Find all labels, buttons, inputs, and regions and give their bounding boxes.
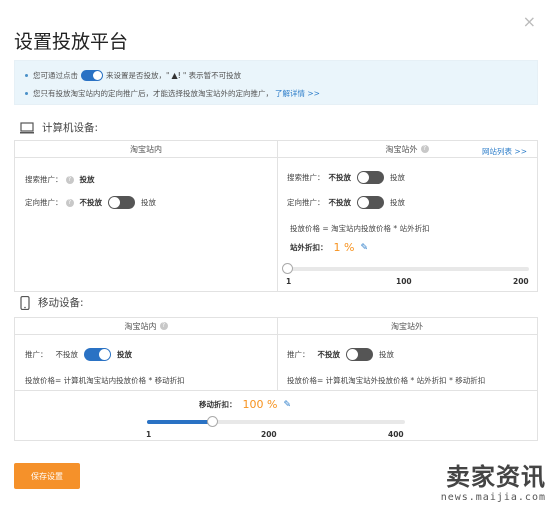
off-label: 不投放: [317, 350, 341, 359]
tip-line-1: 您可通过点击 来设置是否投放，" ▲! " 表示暂不可投放: [25, 70, 241, 81]
discount-label: 站外折扣：: [290, 243, 328, 252]
on-label: 投放: [390, 198, 405, 207]
mobile-outside-header: 淘宝站外: [277, 318, 537, 335]
row-divider: [15, 390, 537, 391]
tip-text: 您可通过点击: [33, 71, 78, 80]
pc-inside-target-row: 定向推广：? 不投放 投放: [25, 196, 156, 209]
on-label: 投放: [390, 173, 405, 182]
slider-max-label: 400: [388, 430, 404, 439]
computer-icon: [20, 121, 34, 133]
pc-price-formula: 投放价格 = 淘宝站内投放价格 * 站外折扣: [290, 224, 430, 233]
site-list-link[interactable]: 网站列表 >>: [482, 146, 527, 157]
help-icon[interactable]: ?: [159, 322, 168, 330]
discount-label: 移动折扣：: [199, 400, 237, 409]
mobile-inside-promo-row: 推广： 不投放 投放: [25, 348, 132, 361]
slider-mid-label: 200: [261, 430, 277, 439]
edit-pencil-icon[interactable]: ✎: [360, 243, 368, 253]
slider-thumb[interactable]: [206, 416, 218, 427]
watermark-cn: 卖家资讯: [446, 463, 546, 491]
slider-mid-label: 100: [396, 277, 412, 286]
on-label: 投放: [379, 350, 394, 359]
pc-inside-target-toggle[interactable]: [108, 196, 135, 209]
tip-text: 来设置是否投放，": [106, 71, 170, 80]
pc-inside-header: 淘宝站内: [15, 141, 277, 158]
warning-icon: ▲!: [171, 71, 181, 80]
toggle-example-icon: [81, 70, 103, 81]
pc-section-title: 计算机设备:: [20, 120, 98, 135]
discount-value: 100 %: [242, 398, 278, 411]
pc-discount-slider[interactable]: [282, 263, 529, 274]
mobile-section-title: 移动设备:: [20, 295, 84, 310]
slider-fill: [147, 420, 212, 424]
tip-text: 您只有投放淘宝站内的定向推广后，才能选择投放淘宝站外的定向推广，: [33, 89, 273, 98]
tips-panel: 您可通过点击 来设置是否投放，" ▲! " 表示暂不可投放 您只有投放淘宝站内的…: [14, 60, 538, 105]
off-label: 不投放: [328, 173, 352, 182]
pc-outside-search-row: 搜索推广： 不投放 投放: [287, 171, 405, 184]
slider-thumb[interactable]: [282, 263, 293, 274]
bullet-icon: [25, 74, 28, 77]
on-label: 投放: [117, 350, 132, 359]
save-settings-button[interactable]: 保存设置: [14, 463, 80, 489]
close-icon[interactable]: ×: [523, 12, 536, 31]
mobile-inside-header: 淘宝站内?: [15, 318, 277, 335]
slider-max-label: 200: [513, 277, 529, 286]
pc-settings-box: 淘宝站内 淘宝站外? 网站列表 >> 搜索推广：? 投放 定向推广：? 不投放 …: [14, 140, 538, 292]
help-icon[interactable]: ?: [65, 198, 74, 207]
pc-outside-target-toggle[interactable]: [357, 196, 384, 209]
off-label: 不投放: [79, 198, 103, 207]
pc-outside-target-row: 定向推广： 不投放 投放: [287, 196, 405, 209]
edit-pencil-icon[interactable]: ✎: [283, 400, 291, 410]
discount-value: 1 %: [333, 241, 355, 254]
help-icon[interactable]: ?: [420, 145, 429, 153]
learn-more-link[interactable]: 了解详情 >>: [275, 88, 320, 99]
mobile-discount-row: 移动折扣： 100 % ✎: [199, 398, 291, 411]
mobile-title-label: 移动设备:: [38, 297, 84, 309]
pc-title-label: 计算机设备:: [42, 122, 99, 134]
off-label: 不投放: [328, 198, 352, 207]
pc-outside-search-toggle[interactable]: [357, 171, 384, 184]
tip-line-2: 您只有投放淘宝站内的定向推广后，才能选择投放淘宝站外的定向推广， 了解详情 >>: [25, 88, 320, 99]
dialog-title: 设置投放平台: [14, 31, 129, 53]
watermark: 卖家资讯 news.maijia.com: [441, 457, 546, 503]
slider-min-label: 1: [286, 277, 292, 286]
mobile-discount-slider[interactable]: [147, 416, 405, 427]
mobile-phone-icon: [20, 295, 30, 310]
pc-inside-search-row: 搜索推广：? 投放: [25, 175, 95, 184]
watermark-url: news.maijia.com: [440, 492, 546, 503]
mobile-settings-box: 淘宝站内? 淘宝站外 推广： 不投放 投放 推广： 不投放 投放 投放价格= 计…: [14, 317, 538, 441]
search-status-value: 投放: [79, 175, 95, 184]
column-divider: [277, 318, 278, 390]
mobile-outside-toggle[interactable]: [346, 348, 373, 361]
slider-min-label: 1: [146, 430, 152, 439]
on-label: 投放: [141, 198, 156, 207]
mobile-outside-formula: 投放价格= 计算机淘宝站外投放价格 * 站外折扣 * 移动折扣: [287, 376, 486, 385]
tip-text: " 表示暂不可投放: [182, 71, 242, 80]
help-icon[interactable]: ?: [65, 175, 74, 184]
mobile-inside-formula: 投放价格= 计算机淘宝站内投放价格 * 移动折扣: [25, 376, 185, 385]
mobile-outside-promo-row: 推广： 不投放 投放: [287, 348, 394, 361]
mobile-inside-toggle[interactable]: [84, 348, 111, 361]
column-divider: [277, 141, 278, 291]
pc-discount-row: 站外折扣： 1 % ✎: [290, 241, 368, 254]
off-label: 不投放: [55, 350, 79, 359]
bullet-icon: [25, 92, 28, 95]
